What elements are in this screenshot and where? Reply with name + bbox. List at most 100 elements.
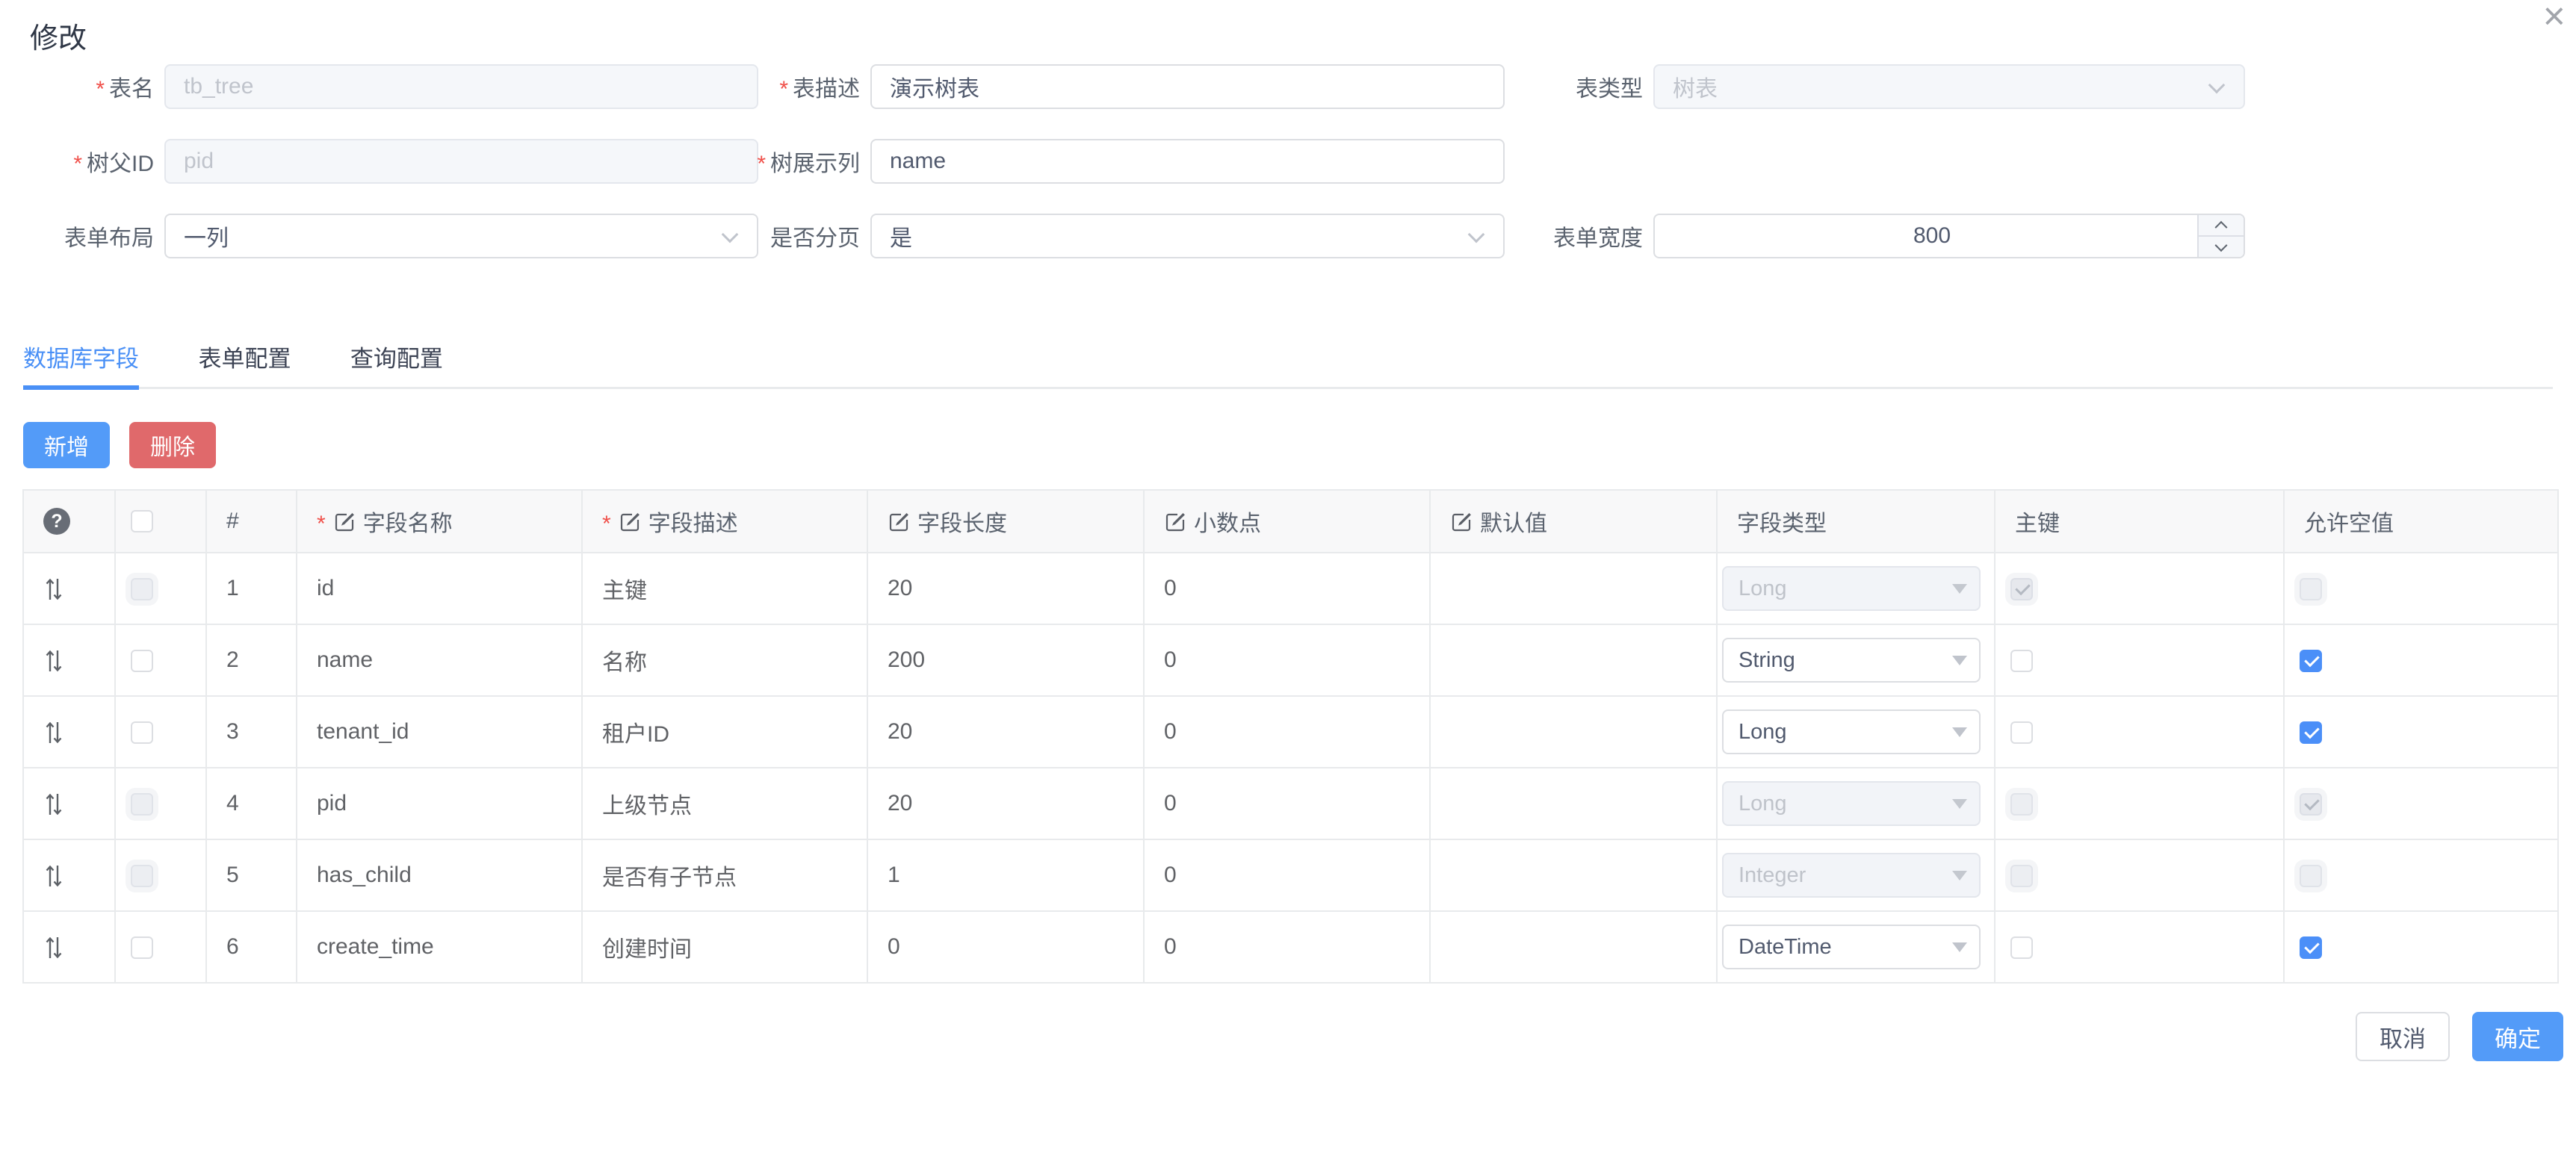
field-type-select[interactable]: Long [1722, 709, 1981, 754]
drag-sort-icon[interactable] [43, 935, 64, 960]
dialog-footer: 取消 确定 [0, 1012, 2576, 1061]
required-mark: * [317, 507, 326, 535]
field-toolbar: 新增 删除 [23, 422, 2576, 468]
primary-key-checkbox [2010, 793, 2033, 816]
nullable-checkbox[interactable] [2300, 936, 2322, 959]
tree-display-col-label: *树展示列 [758, 145, 870, 178]
column-header-default: 默认值 [1430, 490, 1717, 553]
dialog-title: 修改 [30, 15, 2546, 56]
table-config-form: *表名 *表描述 表类型 树表 *树父ID *树展示列 表单布局 一列 [0, 64, 2576, 258]
edit-table-dialog: 修改 × *表名 *表描述 表类型 树表 *树父ID *树展示列 表单布局 [0, 0, 2576, 1168]
nullable-cell [2284, 911, 2558, 983]
drag-sort-icon[interactable] [43, 792, 64, 817]
triangle-down-icon [1952, 799, 1967, 809]
decrement-button[interactable] [2199, 237, 2244, 257]
form-layout-value: 一列 [184, 220, 229, 252]
cell-index: 5 [206, 839, 297, 911]
primary-key-cell [1995, 768, 2284, 839]
cell-length: 200 [867, 624, 1144, 696]
table-type-value: 树表 [1673, 70, 1718, 103]
primary-key-checkbox[interactable] [2010, 721, 2033, 744]
cell-default [1430, 553, 1717, 624]
drag-sort-icon[interactable] [43, 720, 64, 745]
form-width-input[interactable] [1653, 214, 2245, 258]
field-type-value: String [1739, 648, 1795, 673]
row-select-cell [115, 553, 206, 624]
cell-index: 6 [206, 911, 297, 983]
required-mark: * [96, 72, 105, 101]
field-type-select: Integer [1722, 853, 1981, 898]
column-label: 字段名称 [363, 505, 453, 538]
nullable-checkbox[interactable] [2300, 650, 2322, 672]
primary-key-checkbox [2010, 865, 2033, 887]
cell-decimal: 0 [1144, 624, 1430, 696]
nullable-checkbox [2300, 793, 2322, 816]
primary-key-cell [1995, 696, 2284, 768]
table-desc-input[interactable] [870, 64, 1505, 109]
table-row: 6create_time创建时间00DateTime [23, 911, 2558, 983]
question-icon[interactable]: ? [43, 508, 70, 535]
tree-parent-id-label: *树父ID [0, 145, 164, 178]
drag-sort-icon[interactable] [43, 577, 64, 602]
cell-name: id [297, 553, 582, 624]
table-row: 2name名称2000String [23, 624, 2558, 696]
cell-default [1430, 624, 1717, 696]
column-label: 字段类型 [1737, 505, 1827, 538]
cell-default [1430, 696, 1717, 768]
tab-form-config[interactable]: 表单配置 [198, 340, 291, 385]
table-row: 5has_child是否有子节点10Integer [23, 839, 2558, 911]
field-type-select[interactable]: DateTime [1722, 925, 1981, 969]
cell-length: 20 [867, 768, 1144, 839]
cell-index: 1 [206, 553, 297, 624]
row-select-checkbox[interactable] [131, 936, 153, 959]
tab-database-fields[interactable]: 数据库字段 [23, 340, 139, 390]
pagination-select[interactable]: 是 [870, 214, 1505, 258]
nullable-cell [2284, 768, 2558, 839]
cell-default [1430, 839, 1717, 911]
nullable-cell [2284, 839, 2558, 911]
field-type-cell: Long [1717, 768, 1995, 839]
table-type-label: 表类型 [1505, 70, 1653, 103]
close-icon[interactable]: × [2543, 0, 2566, 36]
column-header-select [115, 490, 206, 553]
drag-sort-icon[interactable] [43, 863, 64, 889]
tab-query-config[interactable]: 查询配置 [350, 340, 443, 385]
row-select-checkbox[interactable] [131, 650, 153, 672]
row-select-checkbox[interactable] [131, 721, 153, 744]
delete-field-button[interactable]: 删除 [129, 422, 216, 468]
primary-key-checkbox[interactable] [2010, 650, 2033, 672]
increment-button[interactable] [2199, 215, 2244, 237]
nullable-checkbox[interactable] [2300, 721, 2322, 744]
table-type-select: 树表 [1653, 64, 2245, 109]
cell-decimal: 0 [1144, 911, 1430, 983]
column-label: 默认值 [1480, 505, 1547, 538]
form-row-1: *表名 *表描述 表类型 树表 [0, 64, 2576, 109]
field-type-cell: Long [1717, 696, 1995, 768]
field-type-value: Integer [1739, 863, 1806, 888]
edit-column-icon [333, 510, 356, 532]
select-all-checkbox[interactable] [131, 510, 153, 532]
cell-desc: 创建时间 [582, 911, 867, 983]
field-type-select[interactable]: String [1722, 638, 1981, 683]
form-layout-select[interactable]: 一列 [164, 214, 758, 258]
cell-length: 20 [867, 553, 1144, 624]
primary-key-checkbox[interactable] [2010, 936, 2033, 959]
drag-sort-icon[interactable] [43, 648, 64, 674]
confirm-button[interactable]: 确定 [2472, 1012, 2563, 1061]
row-select-checkbox [131, 865, 153, 887]
form-row-3: 表单布局 一列 是否分页 是 表单宽度 [0, 214, 2576, 258]
column-header-name: * 字段名称 [297, 490, 582, 553]
tree-display-col-input[interactable] [870, 139, 1505, 184]
drag-handle-cell [23, 553, 115, 624]
field-type-cell: Integer [1717, 839, 1995, 911]
cancel-button[interactable]: 取消 [2356, 1012, 2450, 1061]
field-type-cell: DateTime [1717, 911, 1995, 983]
field-type-select: Long [1722, 781, 1981, 826]
triangle-down-icon [1952, 727, 1967, 737]
cell-index: 2 [206, 624, 297, 696]
form-width-stepper [1653, 214, 2245, 258]
table-row: 4pid上级节点200Long [23, 768, 2558, 839]
row-select-cell [115, 839, 206, 911]
nullable-cell [2284, 553, 2558, 624]
add-field-button[interactable]: 新增 [23, 422, 110, 468]
